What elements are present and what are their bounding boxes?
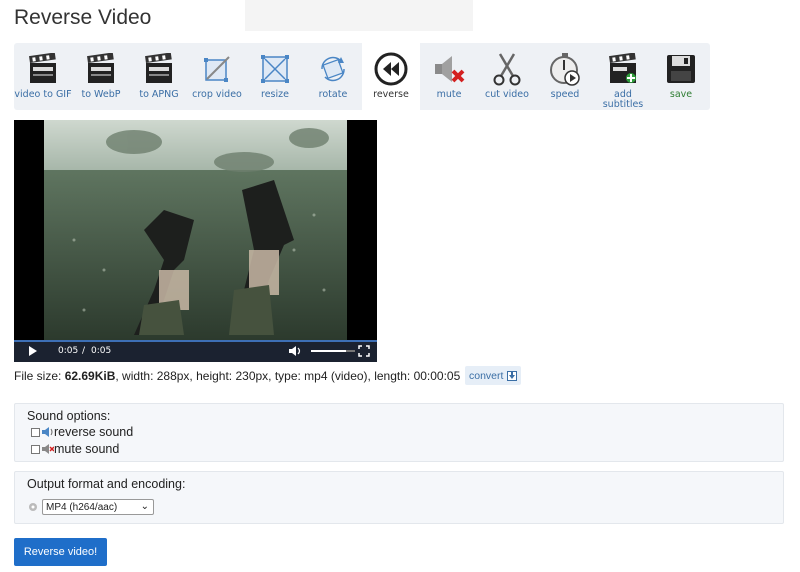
time-separator: / xyxy=(82,346,86,356)
output-format-value: MP4 (h264/aac) xyxy=(46,501,118,513)
volume-icon[interactable] xyxy=(289,345,303,357)
stopwatch-icon xyxy=(547,51,583,87)
tool-label: save xyxy=(669,89,693,100)
crop-icon xyxy=(199,51,235,87)
video-current-time: 0:05 xyxy=(58,346,79,356)
video-frame xyxy=(44,120,347,340)
video-duration: 0:05 xyxy=(91,346,112,356)
mute-speaker-icon xyxy=(431,51,467,87)
rewind-icon xyxy=(373,51,409,87)
convert-button[interactable]: convert xyxy=(465,366,522,385)
clapperboard-icon xyxy=(83,51,119,87)
tool-crop-video[interactable]: crop video xyxy=(188,43,246,110)
file-size: 62.69KiB xyxy=(64,369,116,383)
mute-sound-label: mute sound xyxy=(54,442,120,456)
clapperboard-icon xyxy=(141,51,177,87)
tool-rotate[interactable]: rotate xyxy=(304,43,362,110)
tool-label: resize xyxy=(261,89,289,100)
sound-options-heading: Sound options: xyxy=(27,409,111,423)
fullscreen-icon[interactable] xyxy=(358,345,370,357)
chevron-down-icon: ⌄ xyxy=(140,501,149,512)
tool-label: reverse xyxy=(373,89,409,100)
tool-toolbar: video to GIF to WebP to APNG crop video … xyxy=(14,43,710,110)
mute-icon xyxy=(42,444,54,454)
reverse-sound-checkbox[interactable] xyxy=(31,427,40,437)
tool-save[interactable]: save xyxy=(652,43,710,110)
tool-cut-video[interactable]: cut video xyxy=(478,43,536,110)
file-info: File size: 62.69KiB, width: 288px, heigh… xyxy=(14,369,460,383)
scissors-icon xyxy=(489,51,525,87)
output-format-select[interactable]: MP4 (h264/aac) ⌄ xyxy=(42,499,154,515)
video-player[interactable]: 0:05 / 0:05 xyxy=(14,120,377,362)
output-format-heading: Output format and encoding: xyxy=(27,477,186,491)
tool-add-subtitles[interactable]: add subtitles xyxy=(594,43,652,110)
tool-to-webp[interactable]: to WebP xyxy=(72,43,130,110)
tool-label: to WebP xyxy=(81,89,121,100)
speaker-icon xyxy=(42,427,53,437)
tool-label: add subtitles xyxy=(602,89,644,110)
video-progress-bar[interactable] xyxy=(14,340,377,342)
floppy-disk-icon xyxy=(663,51,699,87)
reverse-video-button[interactable]: Reverse video! xyxy=(14,538,107,566)
play-icon[interactable] xyxy=(28,346,38,356)
download-icon xyxy=(507,370,518,381)
clapperboard-icon xyxy=(25,51,61,87)
rotate-icon xyxy=(315,51,351,87)
tool-speed[interactable]: speed xyxy=(536,43,594,110)
clapperboard-subtitle-icon xyxy=(605,51,641,87)
convert-label: convert xyxy=(469,369,504,382)
gear-icon xyxy=(29,503,37,511)
tool-label: cut video xyxy=(485,89,529,100)
tool-label: speed xyxy=(550,89,580,100)
sound-options-panel: Sound options: reverse sound mute sound xyxy=(14,403,784,462)
tool-resize[interactable]: resize xyxy=(246,43,304,110)
file-details: , width: 288px, height: 230px, type: mp4… xyxy=(115,369,461,383)
tool-label: mute xyxy=(436,89,462,100)
tool-to-apng[interactable]: to APNG xyxy=(130,43,188,110)
tool-label: video to GIF xyxy=(14,89,72,100)
tool-label: rotate xyxy=(318,89,348,100)
reverse-sound-label: reverse sound xyxy=(54,425,134,439)
top-ad-placeholder xyxy=(245,0,473,31)
mute-sound-checkbox[interactable] xyxy=(31,444,40,454)
mute-sound-option[interactable]: mute sound xyxy=(31,442,119,456)
video-controls: 0:05 / 0:05 xyxy=(14,340,377,362)
tool-reverse[interactable]: reverse xyxy=(362,43,420,110)
volume-slider[interactable] xyxy=(311,350,355,352)
output-format-panel: Output format and encoding: MP4 (h264/aa… xyxy=(14,471,784,524)
reverse-sound-option[interactable]: reverse sound xyxy=(31,425,133,439)
page-title: Reverse Video xyxy=(14,6,152,29)
tool-label: crop video xyxy=(192,89,242,100)
tool-video-to-gif[interactable]: video to GIF xyxy=(14,43,72,110)
volume-level xyxy=(311,350,347,352)
file-info-prefix: File size: xyxy=(14,369,65,383)
resize-icon xyxy=(257,51,293,87)
tool-label: to APNG xyxy=(139,89,179,100)
tool-mute[interactable]: mute xyxy=(420,43,478,110)
